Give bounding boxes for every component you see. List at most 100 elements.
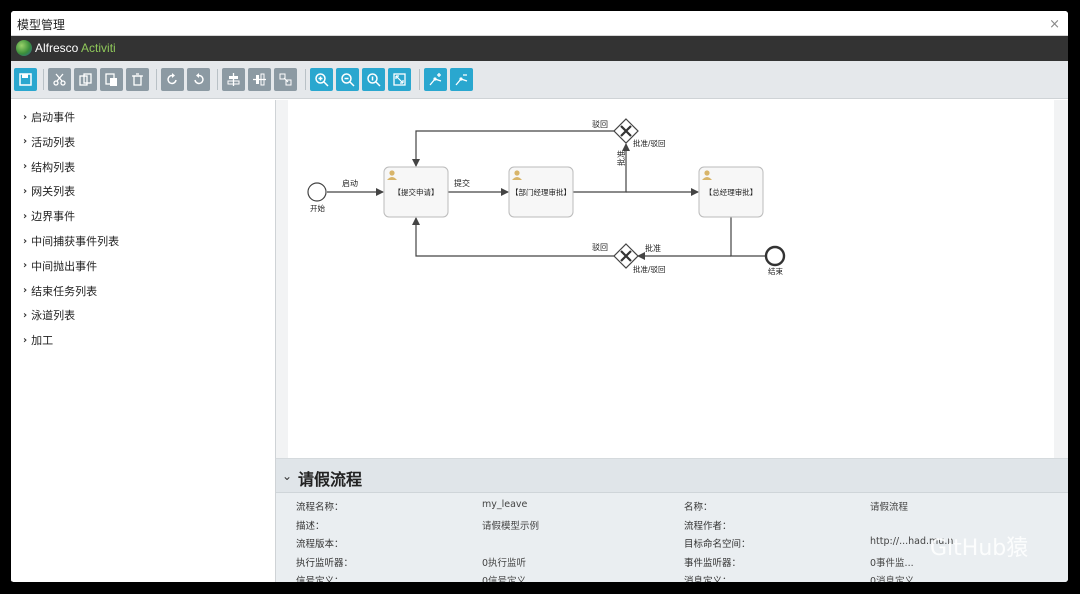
app-window: 模型管理 × Alfresco Activiti › 启动事件 › 活动列表 › 结构列表… xyxy=(11,11,1068,582)
redo-button[interactable] xyxy=(161,68,184,91)
palette-group[interactable]: › 泳道列表 xyxy=(23,306,75,324)
chevron-right-icon: › xyxy=(23,260,28,272)
chevron-right-icon: › xyxy=(23,285,28,297)
remove-bendpoint-icon xyxy=(455,74,468,86)
property-label: 流程版本： xyxy=(296,539,344,550)
properties-title: 请假流程 xyxy=(298,470,363,489)
chevron-right-icon: › xyxy=(23,334,28,346)
title-bar: 模型管理 × xyxy=(11,11,1068,36)
palette-group[interactable]: › 活动列表 xyxy=(23,133,75,151)
palette-group-label: 网关列表 xyxy=(31,185,76,199)
toolbar-separator xyxy=(419,69,420,90)
cut-button[interactable] xyxy=(48,68,71,91)
property-label: 事件监听器： xyxy=(684,557,742,569)
end-event[interactable] xyxy=(764,245,786,267)
properties-panel: ⌄ 请假流程 流程名称： my_leave 名称： 请假流程描述： 请假模型示例 流程作者… xyxy=(276,458,1068,582)
paste-button[interactable] xyxy=(100,68,123,91)
trash-icon xyxy=(132,73,143,86)
palette-group-label: 活动列表 xyxy=(31,135,76,149)
property-value[interactable]: 0信号定义 xyxy=(482,573,526,582)
flow-gw1-reject[interactable] xyxy=(412,130,614,167)
palette-group[interactable]: › 加工 xyxy=(23,331,53,349)
zoom-fit-icon xyxy=(393,73,406,86)
window-title: 模型管理 xyxy=(17,18,66,32)
task-submit[interactable]: 【提交申请】 xyxy=(383,166,449,218)
align-vertical-icon xyxy=(253,73,266,86)
task-dept-approval[interactable]: 【部门经理审批】 xyxy=(508,166,574,218)
property-value[interactable]: 0消息定义 xyxy=(870,573,914,582)
brand-name: Alfresco Activiti xyxy=(35,41,116,55)
palette-group[interactable]: › 边界事件 xyxy=(23,207,75,225)
zoom-fit-button[interactable] xyxy=(388,68,411,91)
property-label: 流程名称： xyxy=(296,502,344,513)
undo-button[interactable] xyxy=(187,68,210,91)
palette-group-label: 启动事件 xyxy=(31,111,76,124)
brand-name-alfresco: Alfresco xyxy=(35,41,79,55)
gw1-label: 批准/驳回 xyxy=(633,138,666,148)
add-bendpoint-icon xyxy=(429,73,442,86)
start-event[interactable] xyxy=(307,182,327,202)
toolbar-separator xyxy=(217,69,218,90)
remove-bendpoint-button[interactable] xyxy=(450,68,473,91)
zoom-in-button[interactable] xyxy=(310,68,333,91)
undo-icon xyxy=(194,73,204,85)
palette-group[interactable]: › 网关列表 xyxy=(23,182,75,200)
property-value[interactable]: 请假流程 xyxy=(870,499,908,513)
property-label: 流程作者： xyxy=(684,520,732,532)
palette-group[interactable]: › 启动事件 xyxy=(23,108,75,126)
palette-group-label: 中间捕获事件列表 xyxy=(31,235,120,248)
delete-button[interactable] xyxy=(126,68,149,91)
flow-gw2-reject[interactable] xyxy=(412,217,614,257)
save-icon xyxy=(19,73,32,86)
palette-group-label: 加工 xyxy=(31,334,54,348)
property-value[interactable]: 请假模型示例 xyxy=(482,518,539,532)
gw1-reject-label: 驳回 xyxy=(592,120,608,129)
chevron-right-icon: › xyxy=(23,309,28,321)
same-size-icon xyxy=(279,73,292,86)
chevron-right-icon: › xyxy=(23,161,28,173)
align-horizontal-button[interactable] xyxy=(222,68,245,91)
property-value[interactable]: http://...had.mu.n xyxy=(870,536,953,547)
toolbar-separator xyxy=(156,69,157,90)
scissors-icon xyxy=(53,73,66,86)
palette-group[interactable]: › 中间抛出事件 xyxy=(23,257,97,275)
palette-group[interactable]: › 结构列表 xyxy=(23,158,75,176)
paste-icon xyxy=(105,73,117,86)
align-vertical-button[interactable] xyxy=(248,68,271,91)
toolbar-separator xyxy=(305,69,306,90)
diagram-canvas[interactable]: 启动 提交 驳回 批准 批准 驳回 开始 结束 【提交申请】 【部门经理审批】 … xyxy=(288,100,1054,458)
close-icon[interactable]: × xyxy=(1049,17,1060,32)
property-value[interactable]: my_leave xyxy=(482,499,527,510)
chevron-down-icon[interactable]: ⌄ xyxy=(282,469,292,483)
flow-gm-to-end[interactable] xyxy=(730,217,772,257)
property-label: 描述： xyxy=(296,520,325,532)
property-value[interactable]: 0事件监... xyxy=(870,555,914,569)
task-gm-label: 【总经理审批】 xyxy=(705,187,758,197)
property-value[interactable]: 0执行监听 xyxy=(482,555,526,569)
canvas-area: 启动 提交 驳回 批准 批准 驳回 开始 结束 【提交申请】 【部门经理审批】 … xyxy=(276,100,1068,458)
start-event-label: 开始 xyxy=(310,203,325,213)
task-gm-approval[interactable]: 【总经理审批】 xyxy=(698,166,764,218)
palette-sidebar: › 启动事件 › 活动列表 › 结构列表 › 网关列表 › 边界事件 › 中间捕获事件列表 › 中间抛出事… xyxy=(11,100,276,582)
zoom-out-button[interactable] xyxy=(336,68,359,91)
gw1-approve-label: 批准 xyxy=(616,150,626,166)
zoom-actual-button[interactable] xyxy=(362,68,385,91)
brand-name-activiti: Activiti xyxy=(78,41,116,55)
task-dept-label: 【部门经理审批】 xyxy=(511,187,571,197)
palette-group[interactable]: › 结束任务列表 xyxy=(23,282,97,300)
save-button[interactable] xyxy=(14,68,37,91)
palette-group[interactable]: › 中间捕获事件列表 xyxy=(23,232,119,250)
property-label: 名称： xyxy=(684,502,713,513)
property-label: 执行监听器： xyxy=(296,557,354,569)
same-size-button[interactable] xyxy=(274,68,297,91)
add-bendpoint-button[interactable] xyxy=(424,68,447,91)
brand-bar: Alfresco Activiti xyxy=(11,36,1068,61)
properties-header[interactable]: ⌄ 请假流程 xyxy=(276,459,1068,493)
gw2-approve-label: 批准 xyxy=(645,243,661,253)
copy-button[interactable] xyxy=(74,68,97,91)
zoom-out-icon xyxy=(341,73,355,87)
gw2-reject-label: 驳回 xyxy=(592,243,608,252)
chevron-right-icon: › xyxy=(23,210,28,222)
end-event-label: 结束 xyxy=(768,266,783,276)
toolbar xyxy=(11,61,1068,99)
